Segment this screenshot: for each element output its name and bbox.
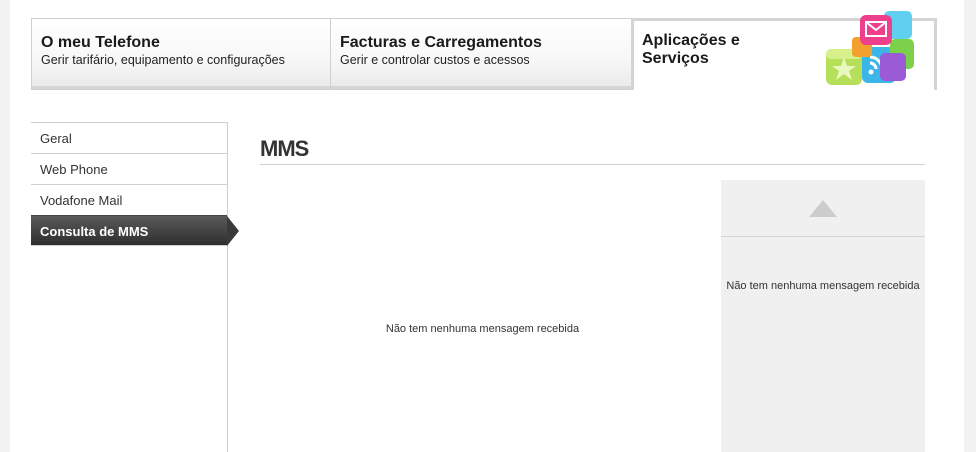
tab-title: Facturas e Carregamentos — [340, 34, 542, 51]
sidebar-item-consulta-mms[interactable]: Consulta de MMS — [31, 215, 239, 246]
tab-bills-topups[interactable]: Facturas e Carregamentos Gerir e control… — [330, 18, 632, 90]
sidebar-item-vodafone-mail[interactable]: Vodafone Mail — [31, 184, 227, 215]
title-divider — [260, 164, 925, 165]
tab-subtitle: Gerir tarifário, equipamento e configura… — [41, 53, 285, 67]
tab-apps-services[interactable]: Aplicações e Serviços — [631, 11, 937, 90]
tab-title: Aplicações e Serviços — [642, 32, 740, 67]
sidebar-item-geral[interactable]: Geral — [31, 122, 227, 153]
sidebar-item-web-phone[interactable]: Web Phone — [31, 153, 227, 184]
page-title: MMS — [260, 136, 309, 161]
tab-subtitle: Gerir e controlar custos e acessos — [340, 53, 530, 67]
tab-title: O meu Telefone — [41, 34, 160, 51]
top-tabs: O meu Telefone Gerir tarifário, equipame… — [31, 11, 937, 90]
main-empty-message: Não tem nenhuma mensagem recebida — [385, 323, 580, 335]
message-list-panel: Não tem nenhuma mensagem recebida — [721, 180, 925, 452]
apps-stack-icon — [826, 11, 914, 85]
sidebar-nav: Geral Web Phone Vodafone Mail Consulta d… — [31, 122, 239, 452]
scroll-up-button[interactable] — [721, 180, 925, 237]
panel-empty-message: Não tem nenhuma mensagem recebida — [726, 280, 920, 292]
triangle-up-icon — [809, 200, 837, 217]
tab-my-phone[interactable]: O meu Telefone Gerir tarifário, equipame… — [31, 18, 331, 90]
page-container: O meu Telefone Gerir tarifário, equipame… — [10, 0, 964, 452]
